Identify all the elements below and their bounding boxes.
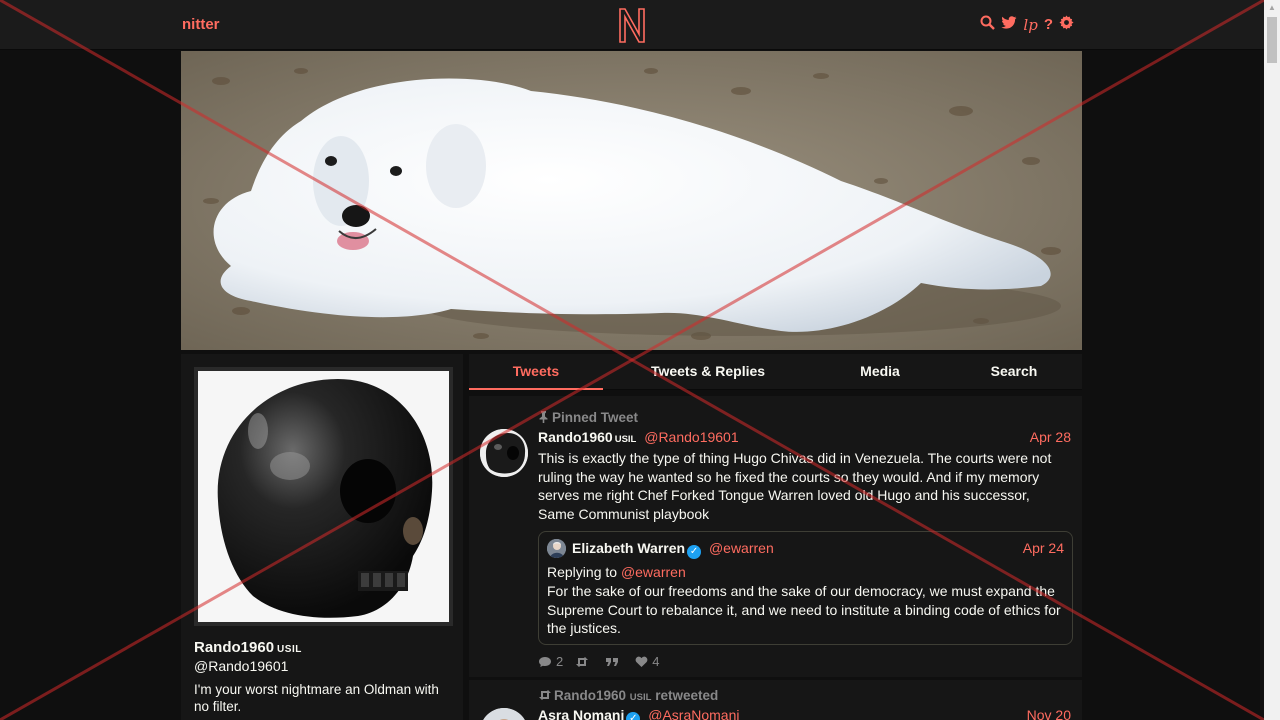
tweet2-header: Asra Nomani ✓ @AsraNomani	[538, 707, 740, 720]
profile-name[interactable]: Rando1960 USIL	[194, 639, 302, 656]
nomani-avatar-image	[480, 708, 528, 720]
lp-icon[interactable]: lp	[1023, 16, 1037, 34]
quote-text: For the sake of our freedoms and the sak…	[547, 583, 1061, 636]
warren-avatar-image	[547, 539, 566, 558]
scroll-up-arrow-icon[interactable]: ▲	[1264, 0, 1280, 16]
tweet2-author-name[interactable]: Asra Nomani	[538, 707, 624, 720]
tweet-author-handle[interactable]: @Rando19601	[644, 429, 738, 445]
gear-icon[interactable]	[1059, 15, 1074, 35]
quote-avatar[interactable]	[547, 539, 566, 558]
pinned-header: Pinned Tweet	[538, 410, 638, 425]
replying-to-label: Replying to	[547, 564, 618, 580]
tab-search[interactable]: Search	[964, 354, 1064, 390]
skull-avatar-small	[480, 429, 528, 477]
timeline-tabs: Tweets Tweets & Replies Media Search	[469, 354, 1082, 390]
quoted-tweet[interactable]: Elizabeth Warren ✓ @ewarren Apr 24 Replyi…	[538, 531, 1073, 645]
pin-icon	[539, 411, 548, 423]
profile-name-badge: USIL	[277, 644, 302, 655]
retweeter-badge: USIL	[629, 692, 652, 703]
tweet-header: Rando1960 USIL @Rando19601	[538, 429, 739, 445]
quote-author-handle[interactable]: @ewarren	[709, 540, 774, 556]
reply-stat[interactable]: 2	[538, 654, 563, 669]
reply-count: 2	[556, 654, 564, 669]
profile-card: Rando1960 USIL @Rando19601 I'm your worst…	[181, 354, 463, 720]
twitter-icon[interactable]	[1001, 15, 1017, 35]
quote-date[interactable]: Apr 24	[1023, 540, 1064, 556]
quote-replying-to: Replying to @ewarren	[547, 564, 686, 580]
tab-tweets[interactable]: Tweets	[469, 354, 603, 390]
retweet-stat[interactable]	[575, 656, 593, 668]
tweet-stats: 2 4	[538, 654, 659, 669]
nitter-logo-icon[interactable]	[615, 6, 649, 44]
profile-bio: I'm your worst nightmare an Oldman with …	[194, 682, 439, 714]
profile-handle[interactable]: @Rando19601	[194, 658, 288, 674]
comment-icon	[539, 656, 551, 667]
nav-icons: lp ?	[980, 15, 1074, 35]
retweet-header: Rando1960 USIL retweeted	[538, 688, 718, 703]
retweet-header-icon	[539, 690, 551, 700]
tweet-text: This is exactly the type of thing Hugo C…	[538, 450, 1052, 522]
verified-icon: ✓	[687, 545, 702, 559]
tweet-author-name[interactable]: Rando1960	[538, 429, 613, 445]
top-navbar: nitter lp ?	[0, 0, 1264, 50]
retweet-action-label: retweeted	[655, 688, 719, 703]
heart-icon	[635, 656, 648, 667]
tab-tweets-replies[interactable]: Tweets & Replies	[619, 354, 797, 390]
skull-avatar-image	[198, 371, 449, 622]
tweet2-author-handle[interactable]: @AsraNomani	[648, 707, 739, 720]
verified-icon: ✓	[626, 712, 641, 720]
profile-avatar[interactable]	[194, 367, 453, 626]
brand-link[interactable]: nitter	[182, 16, 220, 33]
replying-to-handle[interactable]: @ewarren	[621, 564, 686, 580]
quote-header: Elizabeth Warren ✓ @ewarren	[572, 540, 774, 559]
search-icon[interactable]	[980, 15, 996, 35]
profile-name-text: Rando1960	[194, 639, 275, 656]
quote-icon	[606, 657, 619, 666]
tweet2-date[interactable]: Nov 20	[1027, 707, 1071, 720]
scrollbar-thumb[interactable]	[1267, 17, 1277, 63]
tweet2-avatar[interactable]	[480, 708, 528, 720]
profile-banner[interactable]	[181, 51, 1082, 350]
retweet-icon	[576, 656, 589, 667]
tweet-date[interactable]: Apr 28	[1030, 429, 1071, 445]
retweeter-name[interactable]: Rando1960	[554, 688, 626, 703]
banner-image	[181, 51, 1082, 350]
like-count: 4	[652, 654, 660, 669]
help-icon[interactable]: ?	[1044, 16, 1053, 34]
timeline: Tweets Tweets & Replies Media Search Pin…	[469, 354, 1082, 720]
quote-author-name[interactable]: Elizabeth Warren	[572, 540, 685, 556]
quote-stat[interactable]	[605, 656, 623, 668]
tab-media[interactable]: Media	[834, 354, 926, 390]
tweet-avatar[interactable]	[480, 429, 528, 477]
pinned-label: Pinned Tweet	[552, 410, 639, 425]
page-scrollbar[interactable]: ▲	[1264, 0, 1280, 720]
retweeted-tweet[interactable]: Rando1960 USIL retweeted Asra Nomani ✓ @A…	[469, 680, 1082, 720]
like-stat[interactable]: 4	[635, 654, 659, 669]
tweet-author-badge: USIL	[614, 434, 637, 445]
pinned-tweet[interactable]: Pinned Tweet Rando1960 USIL @Rando19601 A…	[469, 396, 1082, 678]
